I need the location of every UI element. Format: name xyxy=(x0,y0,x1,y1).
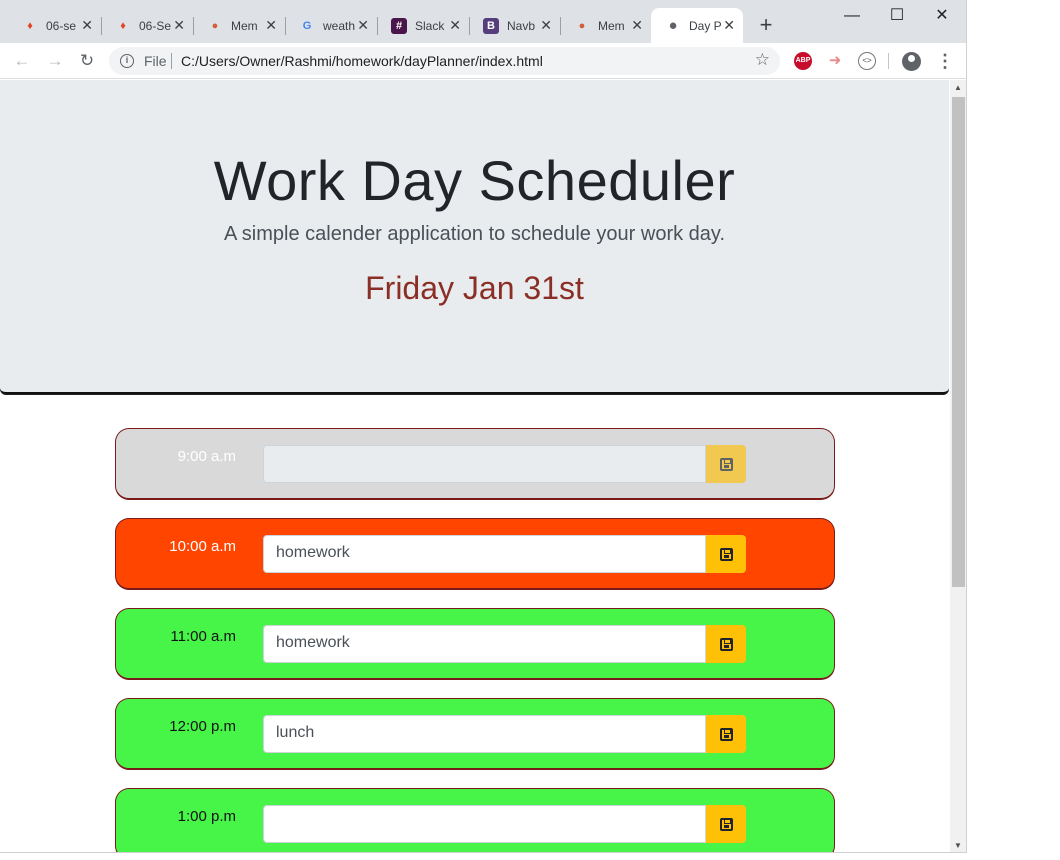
tab-mem-2[interactable]: ● Mem ✕ xyxy=(560,8,651,43)
gitlab-icon: ♦ xyxy=(120,19,126,32)
time-block-12pm: 12:00 p.m lunch xyxy=(115,698,835,770)
bookmark-star-icon[interactable]: ☆ xyxy=(755,50,770,70)
tab-title: 06-Se xyxy=(139,18,172,33)
google-icon: G xyxy=(302,19,312,32)
page-title: Work Day Scheduler xyxy=(213,149,736,212)
page-viewport: Work Day Scheduler A simple calender app… xyxy=(0,80,950,852)
address-bar[interactable]: i File C:/Users/Owner/Rashmi/homework/da… xyxy=(109,47,780,75)
code-extension-icon[interactable]: <> xyxy=(858,52,876,70)
tab-mem-1[interactable]: ● Mem ✕ xyxy=(193,8,285,43)
page-lead: A simple calender application to schedul… xyxy=(223,223,725,245)
save-icon xyxy=(719,727,733,741)
close-icon[interactable]: ✕ xyxy=(540,17,552,34)
tab-gitlab-2[interactable]: ♦ 06-Se ✕ xyxy=(101,8,193,43)
back-button[interactable]: ← xyxy=(10,49,34,73)
current-day: Friday Jan 31st xyxy=(365,270,584,306)
helmet-icon: ● xyxy=(211,19,219,32)
tab-day-planner[interactable]: ● Day P ✕ xyxy=(651,8,743,43)
hour-label: 11:00 a.m xyxy=(170,628,236,645)
adblock-plus-icon[interactable]: ABP xyxy=(794,52,812,70)
save-icon xyxy=(719,817,733,831)
save-icon xyxy=(719,457,733,471)
description-input[interactable] xyxy=(263,805,706,843)
tab-strip: ♦ 06-se ✕ ♦ 06-Se ✕ ● Mem ✕ G weath ✕ # … xyxy=(0,0,966,43)
tab-title: Navb xyxy=(507,18,536,33)
close-icon[interactable]: ✕ xyxy=(631,17,643,34)
hour-label: 1:00 p.m xyxy=(177,808,236,825)
tab-title: Day P xyxy=(689,18,722,33)
tab-title: Mem xyxy=(231,18,258,33)
slack-icon: # xyxy=(391,17,407,34)
close-icon[interactable]: ✕ xyxy=(265,17,277,34)
maximize-button[interactable]: ☐ xyxy=(874,4,920,28)
browser-window: ♦ 06-se ✕ ♦ 06-Se ✕ ● Mem ✕ G weath ✕ # … xyxy=(0,0,967,853)
save-button[interactable] xyxy=(706,445,746,483)
close-icon[interactable]: ✕ xyxy=(723,17,735,34)
save-icon xyxy=(719,637,733,651)
tab-bootstrap-navbar[interactable]: B Navb ✕ xyxy=(469,8,560,43)
scroll-thumb[interactable] xyxy=(952,97,965,587)
hour-label: 9:00 a.m xyxy=(177,448,236,465)
tab-weather[interactable]: G weath ✕ xyxy=(285,8,377,43)
forward-button[interactable]: → xyxy=(43,49,67,73)
reload-button[interactable]: ↻ xyxy=(75,49,99,73)
scroll-down-arrow-icon[interactable]: ▼ xyxy=(954,841,962,850)
gitlab-icon: ♦ xyxy=(27,19,33,32)
tab-slack[interactable]: # Slack ✕ xyxy=(377,8,469,43)
close-icon[interactable]: ✕ xyxy=(173,17,185,34)
info-icon[interactable]: i xyxy=(120,54,134,68)
close-window-button[interactable]: ✕ xyxy=(919,4,965,28)
header-jumbotron: Work Day Scheduler A simple calender app… xyxy=(0,80,949,394)
arrow-extension-icon[interactable]: ➜ xyxy=(826,52,844,70)
tab-title: 06-se xyxy=(46,18,77,33)
description-input[interactable]: lunch xyxy=(263,715,706,753)
save-icon xyxy=(719,547,733,561)
new-tab-button[interactable]: + xyxy=(755,12,777,38)
globe-icon: ● xyxy=(668,17,678,34)
helmet-icon: ● xyxy=(578,19,586,32)
description-input[interactable]: homework xyxy=(263,535,706,573)
time-block-11am: 11:00 a.m homework xyxy=(115,608,835,680)
tab-gitlab-1[interactable]: ♦ 06-se ✕ xyxy=(8,8,101,43)
save-button[interactable] xyxy=(706,625,746,663)
vertical-scrollbar[interactable]: ▲ ▼ xyxy=(950,80,966,852)
tab-title: Mem xyxy=(598,18,625,33)
close-icon[interactable]: ✕ xyxy=(449,17,461,34)
save-button[interactable] xyxy=(706,535,746,573)
hour-label: 12:00 p.m xyxy=(169,718,236,735)
menu-icon[interactable]: ⋮ xyxy=(936,49,954,73)
minimize-button[interactable]: — xyxy=(829,4,875,28)
tab-title: weath xyxy=(323,18,356,33)
description-input[interactable]: homework xyxy=(263,625,706,663)
save-button[interactable] xyxy=(706,805,746,843)
time-block-9am: 9:00 a.m xyxy=(115,428,835,500)
scheme-label: File xyxy=(144,53,167,69)
scroll-up-arrow-icon[interactable]: ▲ xyxy=(954,83,962,92)
profile-avatar-icon[interactable] xyxy=(902,52,921,71)
url-text[interactable]: C:/Users/Owner/Rashmi/homework/dayPlanne… xyxy=(181,53,543,69)
browser-toolbar: ← → ↻ i File C:/Users/Owner/Rashmi/homew… xyxy=(0,43,966,79)
bootstrap-icon: B xyxy=(483,17,499,34)
description-input[interactable] xyxy=(263,445,706,483)
time-block-10am: 10:00 a.m homework xyxy=(115,518,835,590)
time-block-1pm: 1:00 p.m xyxy=(115,788,835,852)
close-icon[interactable]: ✕ xyxy=(81,17,93,34)
close-icon[interactable]: ✕ xyxy=(357,17,369,34)
hour-label: 10:00 a.m xyxy=(169,538,236,555)
save-button[interactable] xyxy=(706,715,746,753)
tab-title: Slack xyxy=(415,18,445,33)
